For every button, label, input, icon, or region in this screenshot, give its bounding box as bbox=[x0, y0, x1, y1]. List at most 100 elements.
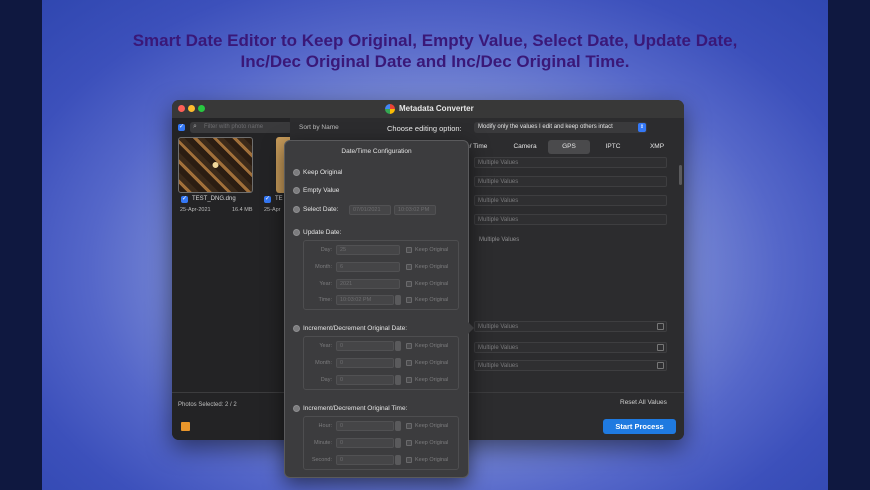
update-day-input[interactable]: 25 bbox=[336, 245, 400, 255]
minute-stepper[interactable] bbox=[395, 438, 401, 448]
row-label: Hour: bbox=[318, 423, 332, 429]
row-label: Day: bbox=[320, 247, 332, 253]
radio-keep-original[interactable] bbox=[293, 169, 300, 176]
keep-original-checkbox[interactable] bbox=[406, 297, 412, 303]
inc-day-input[interactable]: 0 bbox=[336, 375, 394, 385]
row-label: Year: bbox=[319, 343, 332, 349]
update-year-input[interactable]: 2021 bbox=[336, 279, 400, 289]
headline-line-2: Inc/Dec Original Date and Inc/Dec Origin… bbox=[240, 52, 630, 71]
select-date-input[interactable]: 07/01/2021 bbox=[349, 205, 391, 215]
photo-date: 25-Apr-2021 bbox=[180, 207, 211, 213]
tab-xmp[interactable]: XMP bbox=[638, 140, 676, 154]
row-label: Time: bbox=[318, 297, 332, 303]
keep-original-label: Keep Original bbox=[303, 169, 343, 176]
month-stepper[interactable] bbox=[395, 358, 401, 368]
sort-by-button[interactable]: Sort by Name bbox=[299, 124, 339, 131]
keep-original-checkbox[interactable] bbox=[406, 343, 412, 349]
time-stepper[interactable] bbox=[395, 295, 401, 305]
year-stepper[interactable] bbox=[395, 341, 401, 351]
select-date-label: Select Date: bbox=[303, 206, 339, 213]
tab-iptc[interactable]: IPTC bbox=[594, 140, 632, 154]
row-label: Month: bbox=[315, 360, 332, 366]
tab-gps[interactable]: GPS bbox=[548, 140, 590, 154]
search-icon: ⌕ bbox=[193, 123, 197, 130]
start-process-button[interactable]: Start Process bbox=[603, 419, 676, 434]
calendar-icon[interactable] bbox=[657, 344, 664, 351]
keep-original-checkbox[interactable] bbox=[406, 440, 412, 446]
close-window-button[interactable] bbox=[178, 105, 185, 112]
row-label: Day: bbox=[320, 377, 332, 383]
tab-camera[interactable]: Camera bbox=[506, 140, 544, 154]
keep-original-checkbox[interactable] bbox=[406, 457, 412, 463]
photo-filename: TEST_DNG.dng bbox=[192, 196, 236, 202]
gift-icon[interactable] bbox=[181, 422, 190, 431]
second-stepper[interactable] bbox=[395, 455, 401, 465]
keep-original-small-label: Keep Original bbox=[415, 377, 449, 383]
select-time-input[interactable]: 10:03:02 PM bbox=[394, 205, 436, 215]
update-date-label: Update Date: bbox=[303, 229, 342, 236]
editing-option-label: Choose editing option: bbox=[387, 124, 462, 133]
keep-original-checkbox[interactable] bbox=[406, 281, 412, 287]
calendar-icon[interactable] bbox=[657, 362, 664, 369]
inc-minute-input[interactable]: 0 bbox=[336, 438, 394, 448]
row-label: Second: bbox=[311, 457, 332, 463]
keep-original-checkbox[interactable] bbox=[406, 360, 412, 366]
keep-original-small-label: Keep Original bbox=[415, 247, 449, 253]
window-title: Metadata Converter bbox=[399, 104, 474, 113]
title-bar: Metadata Converter bbox=[172, 100, 684, 118]
photo-thumbnail[interactable] bbox=[178, 137, 253, 193]
radio-inc-dec-date[interactable] bbox=[293, 325, 300, 332]
row-label: Minute: bbox=[313, 440, 332, 446]
keep-original-checkbox[interactable] bbox=[406, 247, 412, 253]
update-month-input[interactable]: 6 bbox=[336, 262, 400, 272]
radio-select-date[interactable] bbox=[293, 206, 300, 213]
chevron-updown-icon: ⇕ bbox=[638, 123, 646, 132]
minimize-window-button[interactable] bbox=[188, 105, 195, 112]
app-icon bbox=[385, 104, 395, 114]
reset-all-button[interactable]: Reset All Values bbox=[620, 399, 667, 406]
search-placeholder: Filter with photo name bbox=[204, 124, 264, 130]
keep-original-checkbox[interactable] bbox=[406, 377, 412, 383]
inc-second-input[interactable]: 0 bbox=[336, 455, 394, 465]
calendar-icon[interactable] bbox=[657, 323, 664, 330]
keep-original-small-label: Keep Original bbox=[415, 423, 449, 429]
row-label: Month: bbox=[315, 264, 332, 270]
empty-value-label: Empty Value bbox=[303, 187, 340, 194]
hour-stepper[interactable] bbox=[395, 421, 401, 431]
popover-title: Date/Time Configuration bbox=[341, 148, 412, 155]
inc-dec-time-label: Increment/Decrement Original Time: bbox=[303, 405, 408, 412]
day-stepper[interactable] bbox=[395, 375, 401, 385]
metadata-field[interactable]: Multiple Values bbox=[474, 195, 667, 206]
radio-inc-dec-time[interactable] bbox=[293, 405, 300, 412]
scrollbar[interactable] bbox=[679, 165, 682, 185]
inc-month-input[interactable]: 0 bbox=[336, 358, 394, 368]
select-all-checkbox[interactable]: ✓ bbox=[178, 124, 185, 131]
keep-original-small-label: Keep Original bbox=[415, 440, 449, 446]
photo-size: 16.4 MB bbox=[232, 207, 253, 213]
zoom-window-button[interactable] bbox=[198, 105, 205, 112]
update-time-input[interactable]: 10:03:02 PM bbox=[336, 295, 394, 305]
metadata-field[interactable]: Multiple Values bbox=[474, 176, 667, 187]
metadata-field[interactable]: Multiple Values bbox=[474, 214, 667, 225]
keep-original-checkbox[interactable] bbox=[406, 264, 412, 270]
keep-original-checkbox[interactable] bbox=[406, 423, 412, 429]
date-field[interactable]: Multiple Values bbox=[474, 321, 667, 332]
search-input[interactable]: ⌕ Filter with photo name bbox=[190, 122, 292, 133]
editing-option-select[interactable]: Modify only the values I edit and keep o… bbox=[474, 122, 647, 133]
photo-checkbox[interactable]: ✓ bbox=[264, 196, 271, 203]
inc-year-input[interactable]: 0 bbox=[336, 341, 394, 351]
date-field[interactable]: Multiple Values bbox=[474, 360, 667, 371]
photo-checkbox[interactable]: ✓ bbox=[181, 196, 188, 203]
metadata-field[interactable]: Multiple Values bbox=[474, 157, 667, 168]
editing-option-value: Modify only the values I edit and keep o… bbox=[478, 124, 613, 130]
keep-original-small-label: Keep Original bbox=[415, 297, 449, 303]
inc-hour-input[interactable]: 0 bbox=[336, 421, 394, 431]
date-field[interactable]: Multiple Values bbox=[474, 342, 667, 353]
radio-empty-value[interactable] bbox=[293, 187, 300, 194]
inc-dec-date-label: Increment/Decrement Original Date: bbox=[303, 325, 408, 332]
keep-original-small-label: Keep Original bbox=[415, 360, 449, 366]
headline-line-1: Smart Date Editor to Keep Original, Empt… bbox=[132, 31, 738, 50]
multiple-values-text: Multiple Values bbox=[479, 237, 520, 243]
photo-date: 25-Apr bbox=[264, 207, 281, 213]
radio-update-date[interactable] bbox=[293, 229, 300, 236]
